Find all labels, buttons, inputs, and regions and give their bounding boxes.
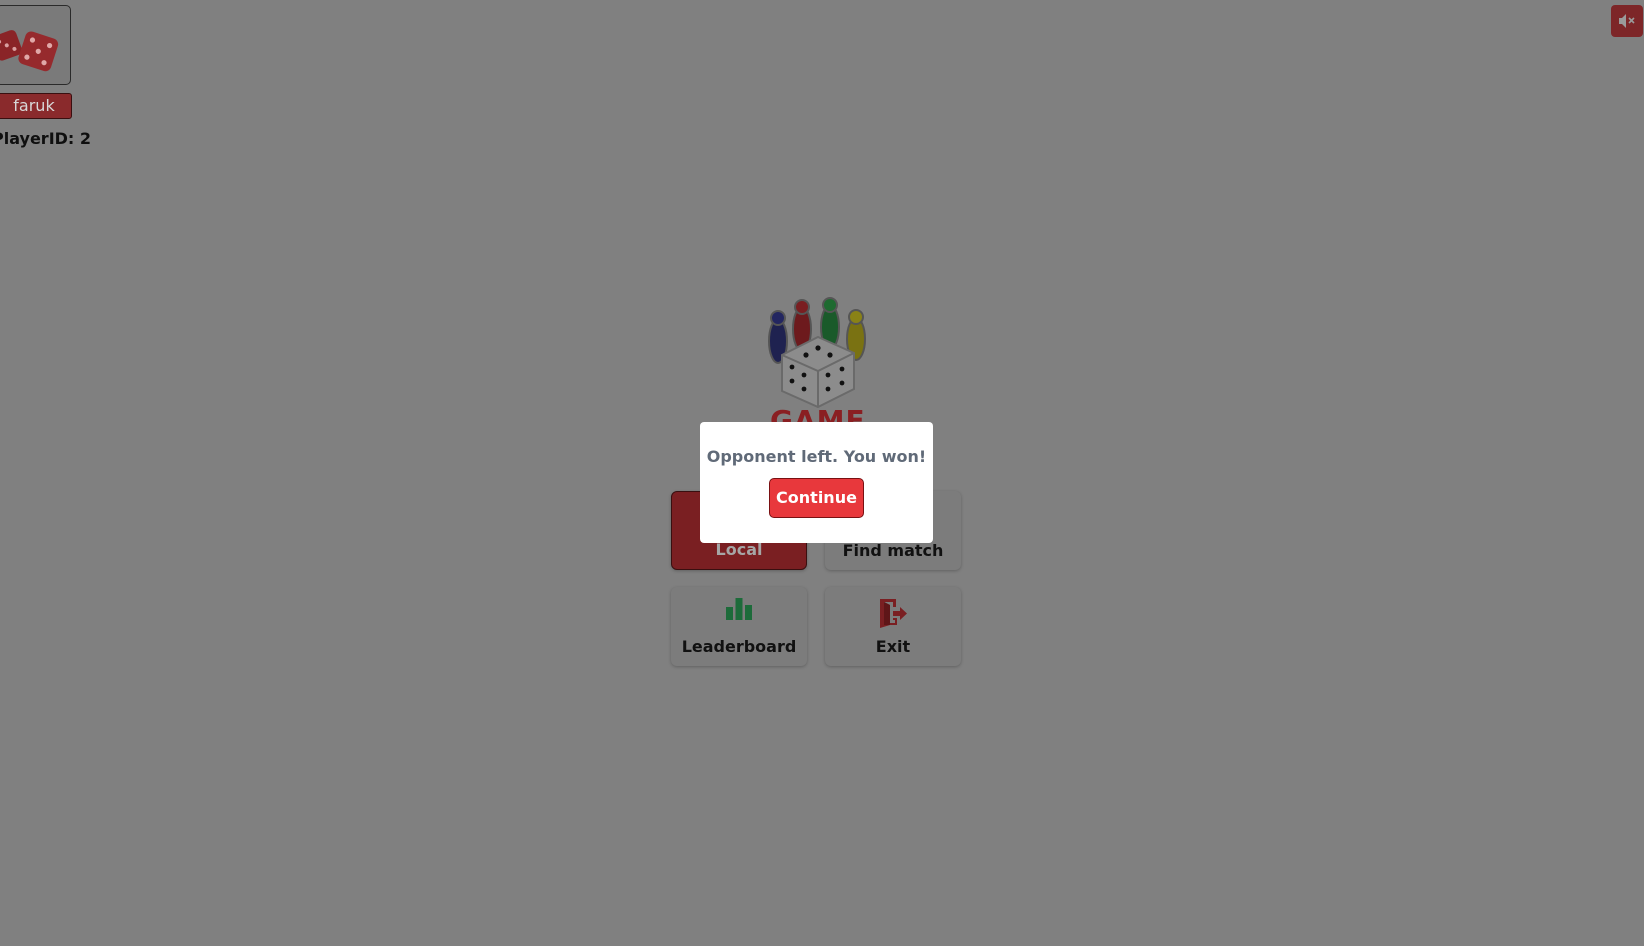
avatar[interactable] (0, 5, 71, 85)
bar-chart-icon (725, 597, 753, 625)
dialog-message: Opponent left. You won! (706, 447, 927, 466)
player-id-label: PlayerID: 2 (0, 129, 92, 148)
speaker-muted-icon (1619, 14, 1635, 28)
username-badge[interactable]: faruk (0, 93, 72, 119)
leaderboard-button[interactable]: Leaderboard (671, 587, 807, 666)
red-dice-icon (0, 30, 59, 72)
logo-wordmark: GAME (770, 404, 866, 422)
exit-label: Exit (875, 637, 911, 656)
find-match-label: Find match (842, 541, 944, 560)
exit-door-icon (878, 597, 908, 633)
game-menu-screen: faruk PlayerID: 2 GAME Local Find match … (0, 0, 1644, 946)
game-result-dialog: Opponent left. You won! Continue (700, 422, 933, 543)
mute-button[interactable] (1611, 5, 1643, 37)
continue-button[interactable]: Continue (769, 478, 864, 518)
exit-button[interactable]: Exit (825, 587, 961, 666)
leaderboard-label: Leaderboard (681, 637, 797, 656)
